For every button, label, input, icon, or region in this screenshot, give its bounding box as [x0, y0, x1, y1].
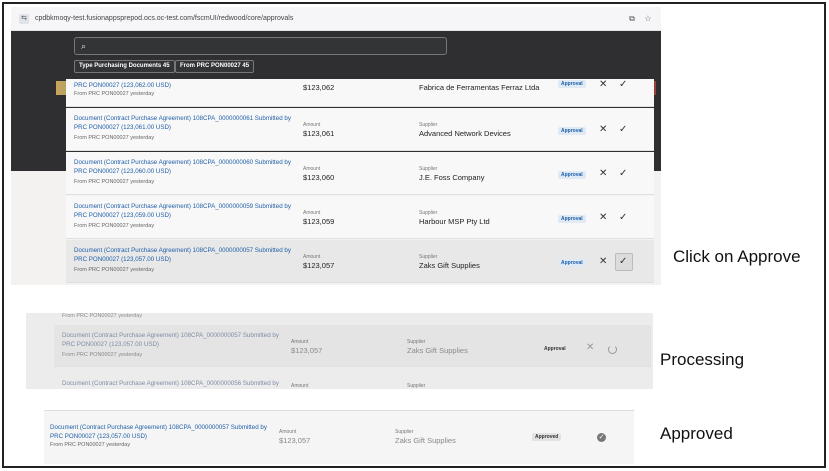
supplier-label: Supplier: [419, 122, 438, 128]
supplier-label: Supplier: [419, 254, 438, 260]
reject-icon[interactable]: ✕: [599, 124, 607, 135]
supplier-value: Zaks Gift Supplies: [419, 261, 480, 270]
approval-row[interactable]: Document (Contract Purchase Agreement) 1…: [66, 152, 654, 195]
document-link[interactable]: PRC PON00027 (123,062.00 USD): [74, 81, 294, 90]
caption-click-approve: Click on Approve: [673, 247, 801, 266]
reject-icon[interactable]: ✕: [599, 212, 607, 223]
status-badge: Approval: [544, 346, 566, 352]
status-badge: Approval: [558, 259, 586, 267]
site-info-icon[interactable]: ⇆: [19, 13, 29, 24]
approvals-screenshot: ⇆ cpdbkmoqy-test.fusionappsprepod.ocs.oc…: [11, 7, 661, 285]
amount-value: $123,057: [291, 346, 323, 355]
status-badge: Approval: [558, 80, 586, 88]
document-link[interactable]: Document (Contract Purchase Agreement) 1…: [74, 202, 294, 220]
search-icon: ⌕: [81, 41, 87, 51]
amount-value: $123,057: [279, 436, 311, 445]
document-link[interactable]: Document (Contract Purchase Agreement) 1…: [62, 379, 282, 388]
supplier-value: Zaks Gift Supplies: [407, 346, 468, 355]
amount-label: Amount: [303, 254, 321, 260]
supplier-value: J.E. Foss Company: [419, 173, 485, 182]
approved-screenshot: Document (Contract Purchase Agreement) 1…: [44, 410, 634, 464]
amount-label: Amount: [291, 339, 309, 345]
from-text: From PRC PON00027 yesterday: [74, 223, 155, 229]
amount-value: $123,061: [303, 129, 335, 138]
supplier-label: Supplier: [419, 166, 438, 172]
reject-icon[interactable]: ✕: [599, 79, 607, 90]
approval-row-processing: Document (Contract Purchase Agreement) 1…: [54, 325, 651, 367]
from-text: From PRC PON00027 yesterday: [74, 91, 155, 97]
search-input[interactable]: ⌕: [74, 37, 447, 55]
browser-address-bar[interactable]: ⇆ cpdbkmoqy-test.fusionappsprepod.ocs.oc…: [11, 7, 661, 31]
amount-label: Amount: [303, 210, 321, 216]
from-text: From PRC PON00027 yesterday: [50, 442, 131, 448]
amount-value: $123,059: [303, 217, 335, 226]
amount-label: Amount: [291, 383, 309, 389]
status-badge: Approval: [558, 215, 586, 223]
status-badge: Approved: [532, 433, 562, 441]
amount-label: Amount: [303, 166, 321, 172]
filter-chip-from[interactable]: From PRC PON00027 45: [175, 60, 255, 73]
approval-row[interactable]: Document (Contract Purchase Agreement) 1…: [66, 108, 654, 151]
amount-value: $123,062: [303, 83, 335, 92]
supplier-value: Harbour MSP Pty Ltd: [419, 217, 490, 226]
from-text: From PRC PON00027 yesterday: [74, 179, 155, 185]
status-badge: Approval: [558, 171, 586, 179]
document-link[interactable]: Document (Contract Purchase Agreement) 1…: [74, 158, 294, 176]
supplier-label: Supplier: [419, 210, 438, 216]
reject-icon[interactable]: ✕: [599, 168, 607, 179]
amount-label: Amount: [303, 122, 321, 128]
document-link[interactable]: Document (Contract Purchase Agreement) 1…: [74, 246, 294, 264]
approve-icon[interactable]: ✓: [619, 79, 627, 90]
approval-row[interactable]: PRC PON00027 (123,062.00 USD) From PRC P…: [66, 79, 654, 107]
approval-row[interactable]: Document (Contract Purchase Agreement) 1…: [66, 196, 654, 239]
supplier-value: Advanced Network Devices: [419, 129, 511, 138]
supplier-label: Supplier: [407, 339, 426, 345]
caption-approved: Approved: [660, 424, 733, 443]
supplier-label: Supplier: [407, 383, 426, 389]
status-badge: Approval: [558, 127, 586, 135]
approve-icon[interactable]: ✓: [619, 212, 627, 223]
processing-screenshot: From PRC PON00027 yesterday Document (Co…: [26, 313, 653, 389]
cast-icon[interactable]: ⧉: [627, 14, 637, 24]
from-text: From PRC PON00027 yesterday: [74, 267, 155, 273]
document-link[interactable]: Document (Contract Purchase Agreement) 1…: [74, 114, 294, 132]
approve-icon[interactable]: ✓: [619, 124, 627, 135]
approve-icon[interactable]: ✓: [619, 168, 627, 179]
approve-icon[interactable]: ✓: [619, 256, 627, 267]
loading-spinner-icon: [608, 345, 617, 354]
amount-value: $123,060: [303, 173, 335, 182]
reject-icon[interactable]: ✕: [599, 256, 607, 267]
from-text: From PRC PON00027 yesterday: [62, 352, 143, 358]
caption-processing: Processing: [660, 350, 745, 369]
from-text: From PRC PON00027 yesterday: [74, 135, 155, 141]
reject-icon: ✕: [586, 342, 595, 353]
bookmark-star-icon[interactable]: ☆: [643, 14, 653, 24]
from-text: From PRC PON00027 yesterday: [62, 313, 143, 319]
supplier-value: Fabrica de Ferramentas Ferraz Ltda: [419, 83, 540, 92]
approval-row-selected[interactable]: Document (Contract Purchase Agreement) 1…: [66, 240, 654, 283]
filter-chip-type[interactable]: Type Purchasing Documents 45: [74, 60, 175, 73]
tutorial-frame: ⇆ cpdbkmoqy-test.fusionappsprepod.ocs.oc…: [2, 2, 826, 468]
document-link[interactable]: Document (Contract Purchase Agreement) 1…: [50, 423, 275, 441]
approved-check-icon: ✓: [597, 433, 606, 442]
supplier-value: Zaks Gift Supplies: [395, 436, 456, 445]
supplier-label: Supplier: [395, 429, 414, 435]
amount-value: $123,057: [303, 261, 335, 270]
url-text[interactable]: cpdbkmoqy-test.fusionappsprepod.ocs.oc-t…: [35, 15, 621, 22]
document-link: Document (Contract Purchase Agreement) 1…: [62, 332, 279, 348]
amount-label: Amount: [279, 429, 297, 435]
